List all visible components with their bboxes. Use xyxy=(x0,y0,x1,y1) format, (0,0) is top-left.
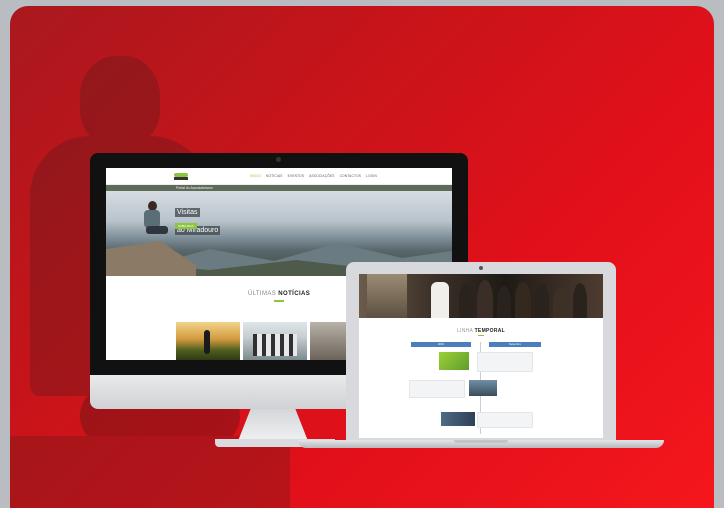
timeline-event-image[interactable] xyxy=(439,352,469,370)
nav-item-eventos[interactable]: EVENTOS xyxy=(288,174,305,178)
timeline-event-image[interactable] xyxy=(441,412,475,426)
site-menu: INÍCIO NOTÍCIAS EVENTOS ASSOCIAÇÕES CONT… xyxy=(250,174,377,178)
timeline-event-card[interactable] xyxy=(409,380,465,398)
nav-item-login[interactable]: LOGIN xyxy=(366,174,377,178)
laptop-lid: LINHA TEMPORAL 2016 Setembro xyxy=(346,262,616,440)
timeline-event-card[interactable] xyxy=(477,412,533,428)
news-thumbnail-bikes[interactable] xyxy=(243,322,307,360)
nav-item-associacoes[interactable]: ASSOCIAÇÕES xyxy=(309,174,334,178)
laptop-base xyxy=(298,440,664,448)
news-title-underline xyxy=(274,300,284,302)
timeline-section-title: LINHA TEMPORAL xyxy=(359,328,603,334)
nav-item-noticias[interactable]: NOTÍCIAS xyxy=(266,174,283,178)
timeline-event-image[interactable] xyxy=(469,380,497,396)
nav-item-contactos[interactable]: CONTACTOS xyxy=(340,174,362,178)
crowd-photo-banner xyxy=(359,274,603,318)
timeline-year-pill[interactable]: 2016 xyxy=(411,342,471,347)
camera-icon xyxy=(276,157,281,162)
site-navbar: INÍCIO NOTÍCIAS EVENTOS ASSOCIAÇÕES CONT… xyxy=(106,168,452,185)
hero-title: Visitas ao Miradouro xyxy=(175,201,221,237)
timeline-event-card[interactable] xyxy=(477,352,533,372)
news-title-light: ÚLTIMAS xyxy=(247,291,279,297)
news-thumbnails xyxy=(176,322,350,360)
site-logo[interactable] xyxy=(174,171,188,181)
timeline-title-light: LINHA xyxy=(456,328,475,334)
nav-item-inicio[interactable]: INÍCIO xyxy=(250,174,261,178)
hero-person-image xyxy=(140,201,168,243)
laptop-website-screen: LINHA TEMPORAL 2016 Setembro xyxy=(359,274,603,438)
timeline-month-pill[interactable]: Setembro xyxy=(489,342,541,347)
camera-icon xyxy=(479,266,483,270)
timeline: 2016 Setembro xyxy=(359,336,603,436)
laptop-mockup: LINHA TEMPORAL 2016 Setembro xyxy=(346,262,616,444)
news-title-bold: NOTÍCIAS xyxy=(278,291,311,297)
timeline-title-bold: TEMPORAL xyxy=(474,328,506,334)
news-thumbnail-cyclist[interactable] xyxy=(176,322,240,360)
news-thumbnail-people[interactable] xyxy=(310,322,350,360)
hero-title-line1: Visitas xyxy=(175,208,200,217)
hero-button[interactable]: SAIBA MAIS xyxy=(175,223,197,229)
